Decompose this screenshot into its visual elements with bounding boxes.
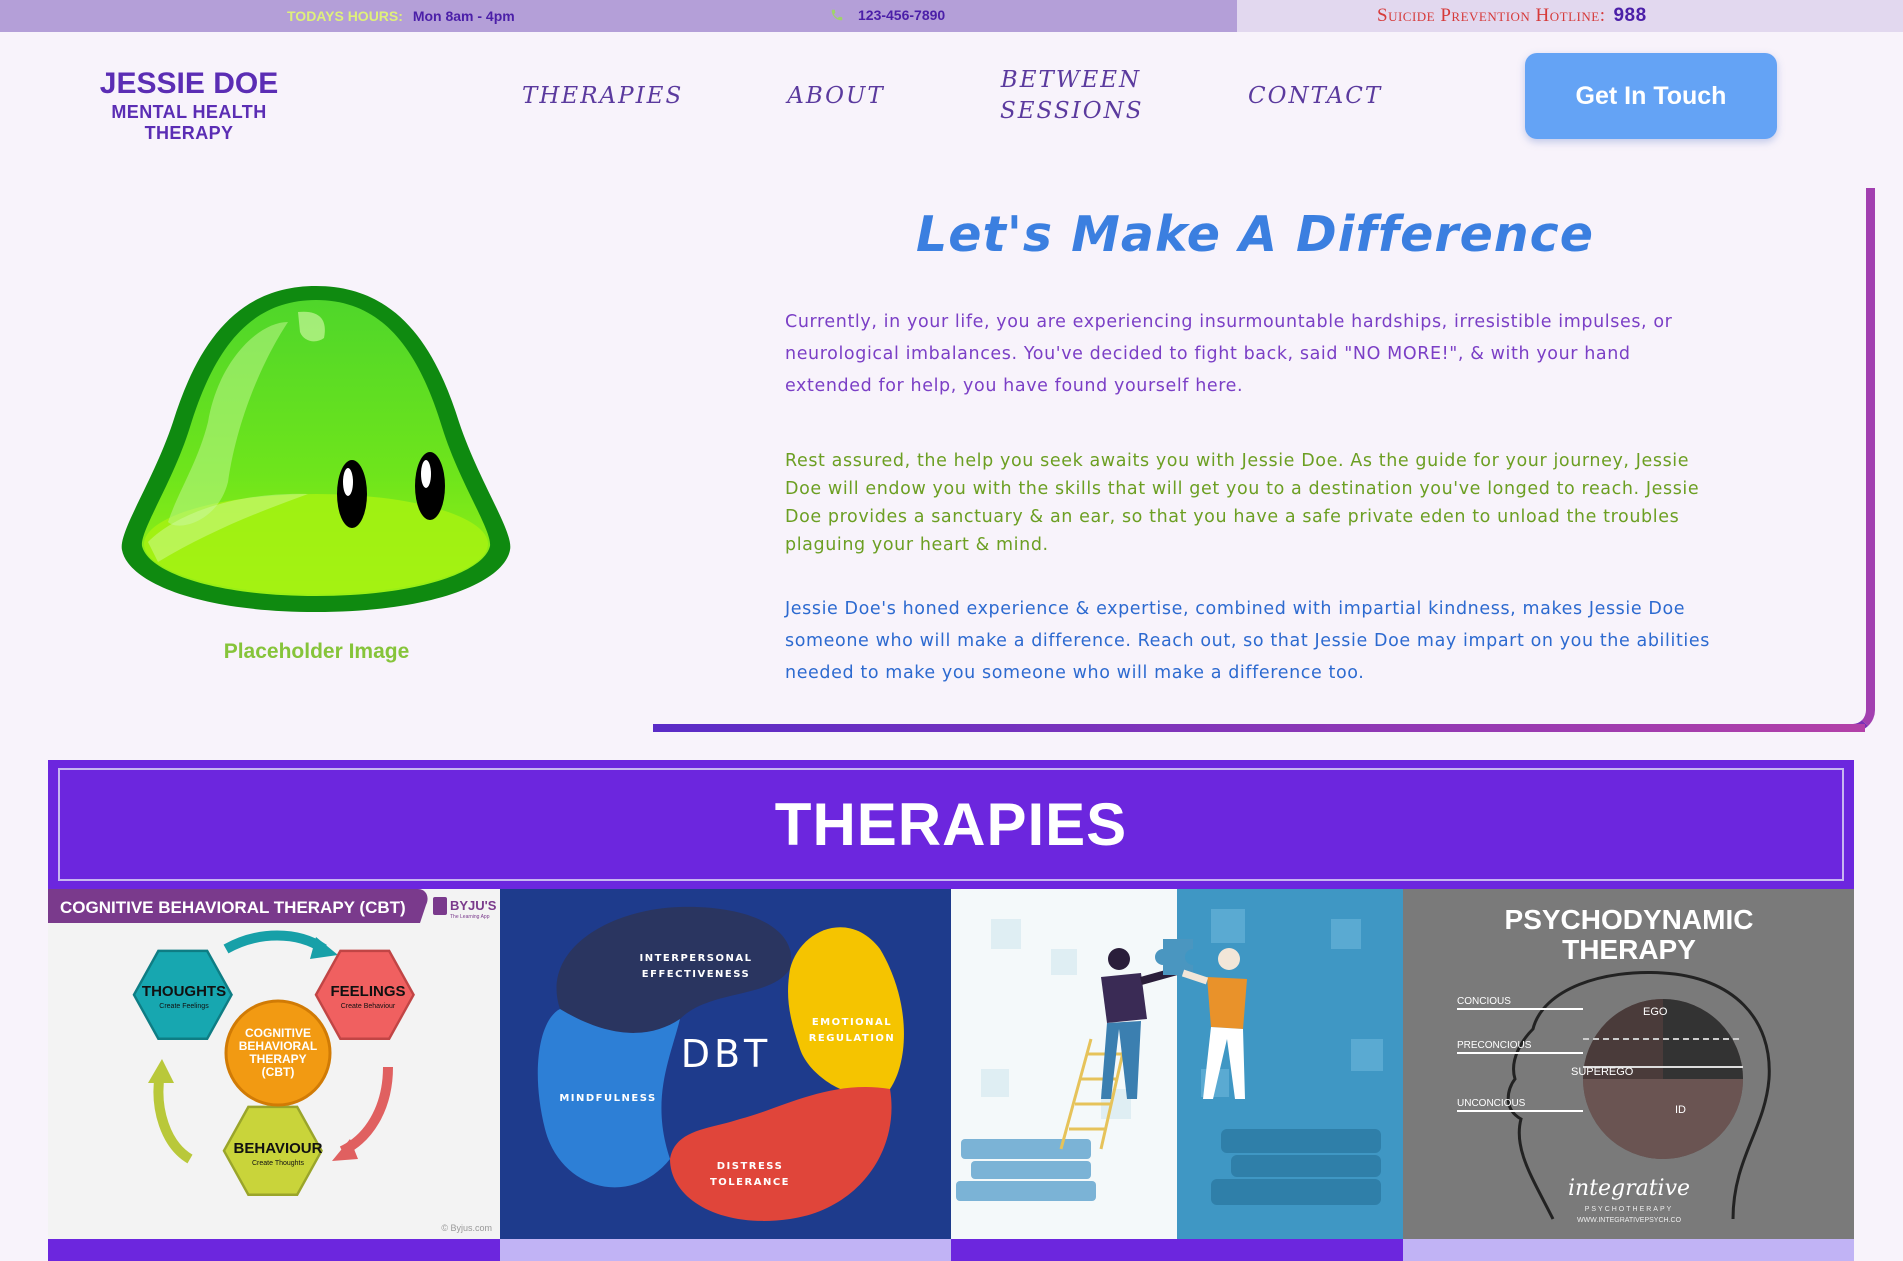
psychodynamic-diagram: PSYCHODYNAMIC THERAPY EGO SUPEREGO ID CO…: [1456, 904, 1771, 1224]
hero-paragraph-2: Rest assured, the help you seek awaits y…: [785, 451, 1700, 555]
puzzle-illustration: [951, 889, 1403, 1239]
cbt-center-4: (CBT): [262, 1065, 295, 1079]
cbt-center-2: BEHAVIORAL: [239, 1039, 317, 1053]
card-footer-dbt: [499, 1239, 951, 1261]
card-footer-psychodynamic: [1402, 1239, 1854, 1261]
cbt-center-3: THERAPY: [249, 1052, 306, 1066]
cbt-thoughts: THOUGHTS: [142, 983, 226, 1000]
cbt-thoughts-sub: Create Feelings: [159, 1003, 209, 1010]
phone-link[interactable]: 123-456-7890: [830, 7, 945, 23]
psycho-level-2: PRECONCIOUS: [1457, 1040, 1532, 1051]
psycho-title-1: PSYCHODYNAMIC: [1504, 904, 1753, 935]
nav-about[interactable]: ABOUT: [776, 81, 896, 112]
get-in-touch-button[interactable]: Get In Touch: [1525, 53, 1777, 139]
cbt-behaviour-sub: Create Thoughts: [252, 1160, 305, 1167]
dbt-emotional-2: REGULATION: [808, 1033, 895, 1044]
phone-icon: [830, 8, 844, 22]
slime-placeholder-image: [118, 282, 514, 626]
top-info-bar: TODAYS HOURS: Mon 8am - 4pm 123-456-7890…: [0, 0, 1903, 32]
hotline-label: Suicide Prevention Hotline:: [1377, 5, 1606, 26]
dbt-mindfulness: MINDFULNESS: [559, 1093, 656, 1104]
cbt-feelings: FEELINGS: [330, 983, 405, 1000]
hotline[interactable]: Suicide Prevention Hotline: 988: [1377, 5, 1647, 27]
cbt-feelings-sub: Create Behaviour: [341, 1003, 396, 1010]
psycho-superego: SUPEREGO: [1571, 1066, 1634, 1078]
therapy-card-psychodynamic[interactable]: PSYCHODYNAMIC THERAPY EGO SUPEREGO ID CO…: [1402, 889, 1854, 1239]
therapies-header-frame: THERAPIES: [58, 768, 1844, 881]
placeholder-image-caption: Placeholder Image: [223, 640, 410, 663]
brand-tagline: MENTAL HEALTH THERAPY: [111, 102, 267, 143]
hero-title: Let's Make A Difference: [916, 206, 1594, 263]
brand-logo[interactable]: JESSIE DOE MENTAL HEALTH THERAPY: [70, 68, 308, 144]
hotline-number: 988: [1613, 5, 1647, 26]
therapies-section-header: THERAPIES: [48, 760, 1854, 889]
hours-value: Mon 8am - 4pm: [412, 8, 515, 24]
cbt-diagram: COGNITIVE BEHAVIORAL THERAPY (CBT) BYJU'…: [48, 889, 497, 1233]
nav-therapies[interactable]: THERAPIES: [522, 81, 681, 112]
hours-label: TODAYS HOURS:: [287, 8, 403, 24]
hero-paragraph-1: Currently, in your life, you are experie…: [785, 312, 1673, 396]
psycho-site: WWW.INTEGRATIVEPSYCH.CO: [1576, 1217, 1681, 1224]
byjus-logo: BYJU'S: [450, 898, 497, 913]
byjus-logo-sub: The Learning App: [450, 914, 490, 920]
nav-between-sessions-line1: BETWEEN: [1000, 67, 1142, 93]
therapy-cards: COGNITIVE BEHAVIORAL THERAPY (CBT) BYJU'…: [48, 889, 1854, 1239]
psycho-id: ID: [1675, 1104, 1686, 1116]
psycho-sub: PSYCHOTHERAPY: [1584, 1206, 1673, 1213]
todays-hours: TODAYS HOURS: Mon 8am - 4pm: [287, 8, 515, 24]
dbt-emotional-1: EMOTIONAL: [811, 1017, 891, 1028]
therapy-card-footers: [48, 1239, 1854, 1261]
psycho-ego: EGO: [1643, 1006, 1668, 1018]
cbt-behaviour: BEHAVIOUR: [234, 1140, 323, 1157]
psycho-level-3: UNCONCIOUS: [1457, 1098, 1526, 1109]
phone-number: 123-456-7890: [858, 7, 946, 23]
therapies-title: THERAPIES: [774, 791, 1128, 858]
psycho-level-1: CONCIOUS: [1457, 996, 1511, 1007]
nav-contact[interactable]: CONTACT: [1248, 81, 1380, 112]
cbt-credit: © Byjus.com: [441, 1223, 492, 1233]
hero-paragraph-3: Jessie Doe's honed experience & expertis…: [785, 599, 1710, 683]
psycho-signature: integrative: [1567, 1176, 1689, 1201]
cbt-center-1: COGNITIVE: [245, 1026, 311, 1040]
nav-between-sessions-line2: SESSIONS: [1000, 98, 1144, 124]
psycho-title-2: THERAPY: [1562, 934, 1696, 965]
top-info-bar-left: TODAYS HOURS: Mon 8am - 4pm 123-456-7890: [0, 0, 1237, 32]
nav-between-sessions[interactable]: BETWEEN SESSIONS: [1000, 65, 1142, 127]
card-footer-cbt: [48, 1239, 500, 1261]
therapy-card-puzzle[interactable]: [951, 889, 1403, 1239]
therapy-card-dbt[interactable]: INTERPERSONAL EFFECTIVENESS EMOTIONAL RE…: [499, 889, 951, 1239]
dbt-diagram: INTERPERSONAL EFFECTIVENESS EMOTIONAL RE…: [537, 906, 904, 1221]
dbt-interpersonal-2: EFFECTIVENESS: [641, 969, 749, 980]
dbt-interpersonal-1: INTERPERSONAL: [639, 953, 752, 964]
hotline-bar: Suicide Prevention Hotline: 988: [1237, 0, 1903, 32]
dbt-distress-2: TOLERANCE: [709, 1177, 789, 1188]
card-footer-puzzle: [951, 1239, 1403, 1261]
dbt-distress-1: DISTRESS: [716, 1161, 783, 1172]
dbt-center: DBT: [680, 1032, 771, 1076]
brand-name: JESSIE DOE: [99, 67, 279, 100]
therapy-card-cbt[interactable]: COGNITIVE BEHAVIORAL THERAPY (CBT) BYJU'…: [48, 889, 500, 1239]
cbt-header: COGNITIVE BEHAVIORAL THERAPY (CBT): [60, 898, 406, 917]
